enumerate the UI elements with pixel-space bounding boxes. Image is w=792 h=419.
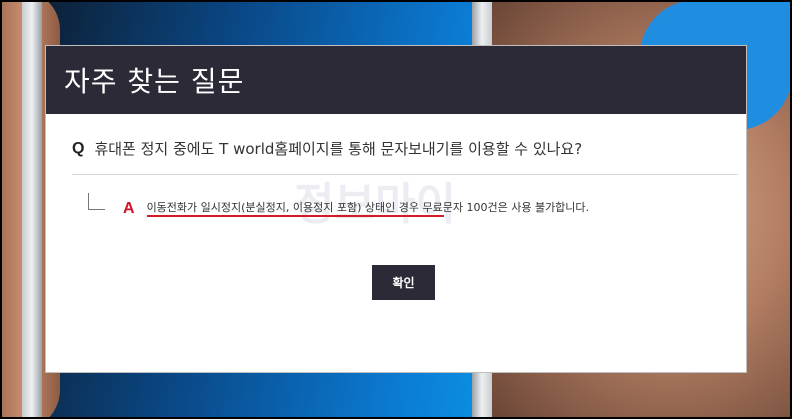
faq-dialog: 자주 찾는 질문 Q 휴대폰 정지 중에도 T world홈페이지를 통해 문자… (46, 46, 746, 372)
answer-block: 이동전화가 일시정지(분실정지, 이용정지 포함) 상태인 경우 무료문자 10… (146, 199, 590, 217)
question-text: 휴대폰 정지 중에도 T world홈페이지를 통해 문자보내기를 이용할 수 … (94, 140, 583, 158)
divider (72, 174, 738, 175)
reply-arrow-icon (88, 192, 105, 210)
phone-edge-left (22, 0, 42, 419)
answer-text: 이동전화가 일시정지(분실정지, 이용정지 포함) 상태인 경우 무료문자 10… (146, 201, 590, 214)
question-row: Q 휴대폰 정지 중에도 T world홈페이지를 통해 문자보내기를 이용할 … (72, 138, 732, 159)
confirm-button[interactable]: 확인 (372, 265, 435, 300)
dialog-header: 자주 찾는 질문 (46, 46, 746, 114)
answer-row: A 이동전화가 일시정지(분실정지, 이용정지 포함) 상태인 경우 무료문자 … (88, 192, 589, 218)
question-marker: Q (72, 139, 85, 157)
dialog-title: 자주 찾는 질문 (64, 65, 245, 98)
highlight-underline (146, 215, 444, 217)
answer-marker: A (123, 200, 135, 217)
